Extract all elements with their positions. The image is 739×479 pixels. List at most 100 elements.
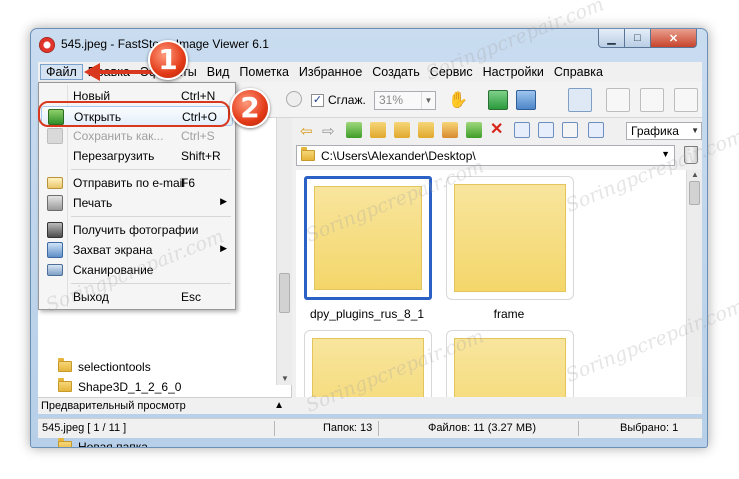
browser-toolbar: ⇦ ⇨ ✕ Графика ▼ [296,119,702,141]
thumbnail-grid: dpy_plugins_rus_8_1 frame [296,170,686,397]
trash-icon[interactable] [684,146,698,164]
menu-item-save-as[interactable]: Сохранить как... Ctrl+S [41,126,233,146]
chevron-down-icon: ▼ [421,92,435,109]
view-details-icon[interactable] [538,122,554,138]
title-bar: 545.jpeg - FastStone Image Viewer 6.1 ▁ … [31,29,707,60]
pause-icon[interactable] [286,91,302,107]
view-thumbnails-icon[interactable] [588,122,604,138]
path-text: C:\Users\Alexander\Desktop\ [321,148,476,163]
tree-item[interactable]: Новая папка [58,438,148,447]
status-divider [378,421,379,436]
delete-icon[interactable]: ✕ [490,122,506,138]
forward-icon[interactable]: ⇨ [322,122,338,140]
view-list-icon[interactable] [562,122,578,138]
chevron-down-icon: ▼ [691,126,699,135]
compare-icon[interactable] [516,90,536,110]
layout-person-icon[interactable] [640,88,664,112]
folder-up-icon[interactable] [346,122,362,138]
menu-separator [71,283,231,284]
menu-separator [71,216,231,217]
menu-item-screen-capture[interactable]: Захват экрана ▶ [41,240,233,260]
status-folders: Папок: 13 [323,422,373,434]
menu-item-get-photos[interactable]: Получить фотографии [41,220,233,240]
highlight-outline [38,101,230,127]
thumbnail-item[interactable] [446,330,574,397]
menu-view[interactable]: Вид [202,65,235,79]
layout-preview-icon[interactable] [606,88,630,112]
sort-select[interactable]: Графика ▼ [626,122,702,140]
submenu-arrow-icon: ▶ [220,196,227,206]
copy-to-icon[interactable] [442,122,458,138]
zoom-select[interactable]: 31% ▼ [374,91,436,110]
thumbnail-label: dpy_plugins_rus_8_1 [309,307,425,321]
select-all-icon[interactable] [514,122,530,138]
new-folder-icon[interactable] [418,122,434,138]
menu-tools[interactable]: Сервис [425,65,478,79]
layout-browser-icon[interactable] [568,88,592,112]
smooth-checkbox[interactable]: ✓ [311,94,324,107]
chevron-down-icon[interactable]: ▼ [661,149,670,159]
zoom-value: 31% [379,93,404,107]
menu-favorites[interactable]: Избранное [294,65,367,79]
thumbnail-item-selected[interactable] [304,176,432,300]
close-button[interactable]: ✕ [650,29,697,48]
favorite-folder-icon[interactable] [394,122,410,138]
back-icon[interactable]: ⇦ [300,122,316,140]
step-badge-2: 2 [230,88,270,128]
scanner-icon [47,264,63,276]
maximize-button[interactable]: □ [624,29,651,48]
folder-icon [58,378,72,392]
menu-file[interactable]: Файл [40,64,83,80]
printer-icon [47,195,63,211]
folder-icon [58,438,72,447]
menu-item-reload[interactable]: Перезагрузить Shift+R [41,146,233,166]
status-files: Файлов: 11 (3.27 MB) [428,422,537,434]
thumbnail-scrollbar[interactable]: ▲ [686,170,702,397]
status-file: 545.jpeg [ 1 / 11 ] [42,422,127,434]
thumbnail-image [454,338,566,397]
scroll-up-icon[interactable]: ▲ [687,170,703,179]
status-divider [578,421,579,436]
tree-item[interactable]: selectiontools [58,358,151,375]
scroll-thumb[interactable] [689,181,700,205]
status-selected: Выбрано: 1 [620,422,679,434]
refresh-folder-icon[interactable] [370,122,386,138]
email-icon [47,177,63,189]
status-divider [274,421,275,436]
chevron-up-icon[interactable]: ▲ [274,398,284,414]
menu-create[interactable]: Создать [367,65,425,79]
app-icon[interactable] [39,37,55,53]
path-input[interactable]: C:\Users\Alexander\Desktop\ ▼ [296,145,675,166]
save-icon [47,128,63,144]
thumbnail-item[interactable] [304,330,432,397]
menu-item-exit[interactable]: Выход Esc [41,287,233,307]
preview-toggle[interactable]: Предварительный просмотр ▲ [38,397,292,414]
tree-item[interactable]: Shape3D_1_2_6_0 [58,378,181,395]
step-badge-1: 1 [148,40,188,80]
sort-value: Графика [631,124,679,138]
thumbnail-image [314,186,422,290]
screen-capture-icon [47,242,63,258]
move-to-icon[interactable] [466,122,482,138]
camera-icon [47,222,63,238]
menu-item-email[interactable]: Отправить по e-mail F6 [41,173,233,193]
slideshow-icon[interactable] [488,90,508,110]
folder-icon [301,147,315,161]
menu-settings[interactable]: Настройки [478,65,549,79]
submenu-arrow-icon: ▶ [220,243,227,253]
thumbnail-item[interactable] [446,176,574,300]
hand-tool-icon[interactable]: ✋ [448,90,468,110]
tree-scrollbar[interactable]: ▼ [276,118,292,385]
status-bar: 545.jpeg [ 1 / 11 ] Папок: 13 Файлов: 11… [38,418,702,438]
preview-label: Предварительный просмотр [41,400,186,412]
menu-item-print[interactable]: Печать ▶ [41,193,233,213]
thumbnail-image [312,338,424,397]
folder-icon [58,358,72,372]
scroll-thumb[interactable] [279,273,290,313]
scroll-down-icon[interactable]: ▼ [277,374,293,383]
menu-help[interactable]: Справка [549,65,608,79]
fullscreen-icon[interactable] [674,88,698,112]
menu-item-scan[interactable]: Сканирование [41,260,233,280]
minimize-button[interactable]: ▁ [598,29,625,48]
menu-tag[interactable]: Пометка [234,65,294,79]
